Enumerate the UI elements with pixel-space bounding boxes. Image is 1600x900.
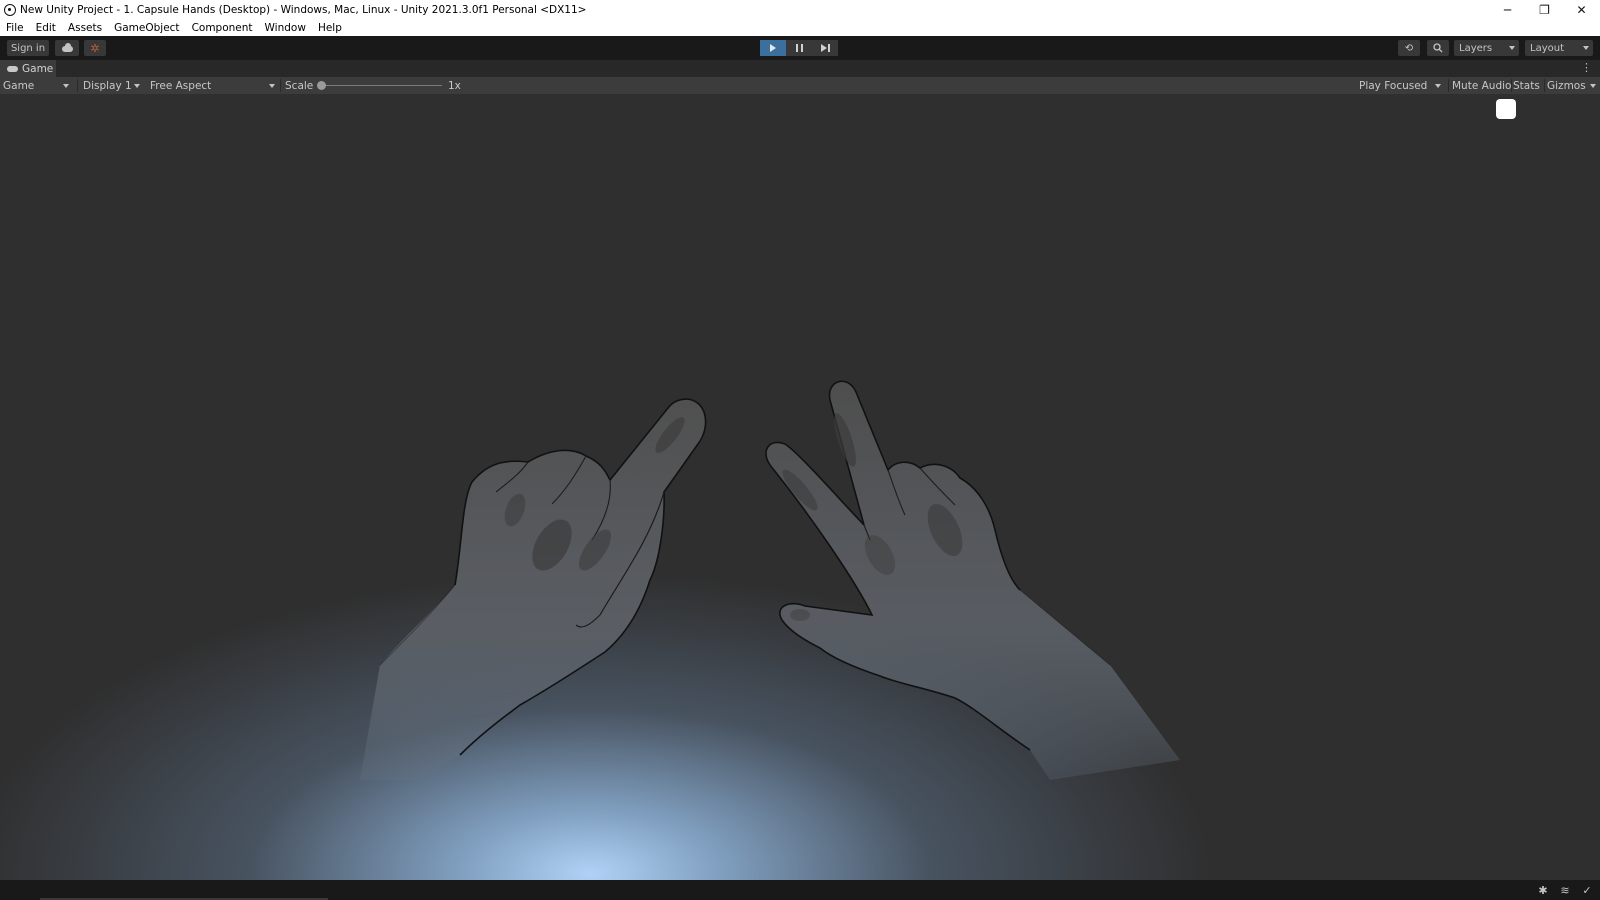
history-icon: ⟲ <box>1404 42 1414 54</box>
playmode-controls <box>760 40 838 56</box>
menu-assets[interactable]: Assets <box>62 22 108 34</box>
minimize-button[interactable]: ─ <box>1489 0 1526 19</box>
tab-game-label: Game <box>22 62 54 75</box>
chevron-down-icon <box>1590 84 1596 88</box>
pause-icon <box>795 44 803 52</box>
chevron-down-icon <box>1583 46 1589 50</box>
layout-label: Layout <box>1530 42 1564 54</box>
chevron-down-icon <box>1509 46 1515 50</box>
undo-history-button[interactable]: ⟲ <box>1398 40 1420 56</box>
pause-button[interactable] <box>786 40 812 56</box>
menu-window[interactable]: Window <box>259 22 312 34</box>
menu-gameobject[interactable]: GameObject <box>108 22 185 34</box>
sign-in-button[interactable]: Sign in <box>7 40 49 56</box>
overlay-marker <box>1496 99 1516 119</box>
scale-slider-track[interactable] <box>320 85 442 86</box>
gamepad-icon <box>7 65 18 72</box>
gizmos-label: Gizmos <box>1547 79 1586 92</box>
divider <box>1544 79 1545 92</box>
chevron-down-icon <box>269 84 275 88</box>
menu-help[interactable]: Help <box>312 22 348 34</box>
debug-icon[interactable]: ✱ <box>1536 883 1550 897</box>
play-icon <box>770 44 776 52</box>
play-button[interactable] <box>760 40 786 56</box>
divider <box>280 79 281 92</box>
search-button[interactable] <box>1427 40 1449 56</box>
main-toolbar: Sign in ✲ ⟲ Layers Layout <box>0 36 1600 60</box>
left-hand <box>360 398 707 780</box>
game-view-toolbar: Game Display 1 Free Aspect Scale 1x Play… <box>0 77 1600 94</box>
display-label: Display 1 <box>83 79 132 92</box>
step-button[interactable] <box>812 40 838 56</box>
divider <box>1511 79 1512 92</box>
chevron-down-icon <box>63 84 69 88</box>
layout-dropdown[interactable]: Layout <box>1525 40 1593 56</box>
status-bar: ✱ ≋ ✓ <box>0 880 1600 900</box>
aspect-dropdown[interactable]: Free Aspect <box>150 77 279 94</box>
layers-label: Layers <box>1459 42 1493 54</box>
menu-edit[interactable]: Edit <box>30 22 62 34</box>
chevron-down-icon <box>134 84 140 88</box>
layers-stack-icon[interactable]: ≋ <box>1558 883 1572 897</box>
collab-icon: ✲ <box>90 41 100 55</box>
window-title: New Unity Project - 1. Capsule Hands (De… <box>20 3 587 16</box>
display-dropdown[interactable]: Display 1 <box>83 77 144 94</box>
status-icons: ✱ ≋ ✓ <box>1536 883 1594 897</box>
window-controls: ─ ❐ ✕ <box>1489 0 1600 19</box>
scale-slider-handle[interactable] <box>317 81 326 90</box>
step-icon <box>820 44 830 52</box>
window-titlebar: New Unity Project - 1. Capsule Hands (De… <box>0 0 1600 19</box>
close-button[interactable]: ✕ <box>1563 0 1600 19</box>
stats-toggle[interactable]: Stats <box>1513 77 1541 94</box>
aspect-label: Free Aspect <box>150 79 212 92</box>
tab-game[interactable]: Game <box>0 60 56 77</box>
right-hand <box>765 380 1180 780</box>
chevron-down-icon <box>1435 84 1441 88</box>
divider <box>1448 79 1449 92</box>
game-tab-bar: Game ⋮ <box>0 60 1600 77</box>
cloud-button[interactable] <box>55 40 79 56</box>
cloud-icon <box>61 43 73 52</box>
layers-dropdown[interactable]: Layers <box>1454 40 1519 56</box>
check-circle-icon[interactable]: ✓ <box>1580 883 1594 897</box>
scale-value: 1x <box>448 79 461 92</box>
tab-options-menu[interactable]: ⋮ <box>1581 62 1592 73</box>
scale-label: Scale <box>285 79 314 92</box>
restore-button[interactable]: ❐ <box>1526 0 1563 19</box>
gizmos-dropdown[interactable]: Gizmos <box>1547 77 1600 94</box>
menu-bar: File Edit Assets GameObject Component Wi… <box>0 19 1600 36</box>
divider <box>77 79 78 92</box>
game-mode-dropdown[interactable]: Game <box>3 77 73 94</box>
capsule-hands-scene <box>360 380 1180 780</box>
unity-logo-icon <box>4 3 16 16</box>
menu-file[interactable]: File <box>0 22 30 34</box>
search-icon <box>1433 43 1443 53</box>
menu-component[interactable]: Component <box>186 22 259 34</box>
collab-button[interactable]: ✲ <box>84 40 106 56</box>
play-focused-label: Play Focused <box>1359 79 1428 92</box>
game-viewport[interactable] <box>0 94 1600 880</box>
play-focused-dropdown[interactable]: Play Focused <box>1359 77 1445 94</box>
mute-audio-toggle[interactable]: Mute Audio <box>1452 77 1511 94</box>
game-mode-label: Game <box>3 79 35 92</box>
